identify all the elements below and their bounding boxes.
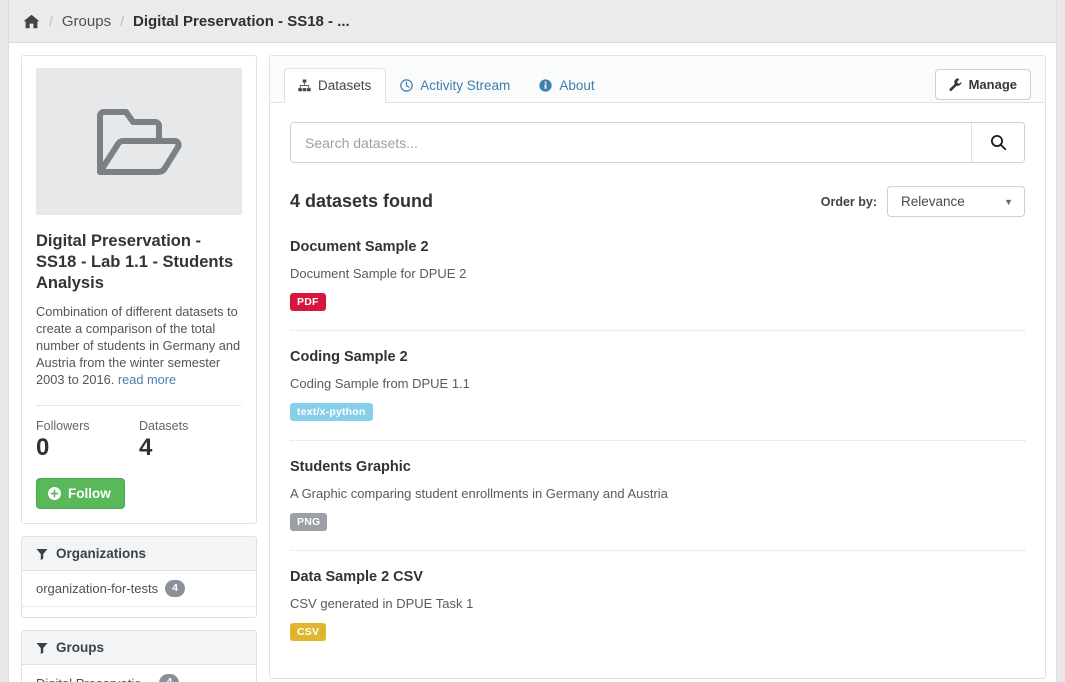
dataset-formats: PDF <box>290 293 1025 311</box>
group-description: Combination of different datasets to cre… <box>36 303 242 388</box>
order-by-selected: Relevance <box>901 194 965 209</box>
dataset-search-form <box>290 122 1025 163</box>
wrench-icon <box>949 78 962 91</box>
group-stats: Followers 0 Datasets 4 <box>36 406 242 461</box>
stat-datasets-label: Datasets <box>139 419 189 434</box>
facet-groups-list: Digital Preservatio... 4 <box>22 665 256 682</box>
follow-button[interactable]: Follow <box>36 478 125 510</box>
dataset-title[interactable]: Coding Sample 2 <box>290 349 1025 365</box>
list-item[interactable]: Digital Preservatio... 4 <box>22 665 256 682</box>
stat-followers-label: Followers <box>36 419 90 434</box>
table-row: Document Sample 2 Document Sample for DP… <box>290 239 1025 331</box>
results-count: 4 datasets found <box>290 191 434 211</box>
tab-activity-stream-label: Activity Stream <box>420 78 511 93</box>
tab-datasets[interactable]: Datasets <box>284 68 387 103</box>
facet-item-label[interactable]: organization-for-tests <box>36 581 158 596</box>
clock-icon <box>400 79 414 92</box>
plus-circle-icon <box>48 487 61 501</box>
dataset-list: Document Sample 2 Document Sample for DP… <box>290 239 1025 660</box>
list-item[interactable]: organization-for-tests 4 <box>22 571 256 608</box>
facet-item-count: 4 <box>159 674 180 682</box>
facet-groups-heading: Groups <box>22 631 256 666</box>
open-folder-icon <box>89 104 189 180</box>
primary-card: Datasets Activity Stream About Manage Se… <box>269 55 1046 679</box>
sitemap-icon <box>298 79 311 92</box>
table-row: Coding Sample 2 Coding Sample from DPUE … <box>290 349 1025 441</box>
page-container: / Groups / Digital Preservation - SS18 -… <box>8 0 1057 682</box>
breadcrumb-current: Digital Preservation - SS18 - ... <box>132 12 350 30</box>
facet-organizations-title: Organizations <box>56 546 147 562</box>
breadcrumb-separator-2: / <box>120 13 124 29</box>
dataset-title[interactable]: Students Graphic <box>290 459 1025 475</box>
filter-icon <box>36 642 48 654</box>
format-badge[interactable]: text/x-python <box>290 403 373 421</box>
facet-organizations-list: organization-for-tests 4 <box>22 571 256 608</box>
tab-about-label: About <box>559 78 595 93</box>
tab-datasets-label: Datasets <box>318 78 372 93</box>
stat-datasets: Datasets 4 <box>139 419 242 461</box>
search-icon <box>990 134 1007 151</box>
dataset-title[interactable]: Data Sample 2 CSV <box>290 569 1025 585</box>
page-title: Digital Preservation - SS18 - Lab 1.1 - … <box>36 232 234 293</box>
content-area: Datasets Activity Stream About Manage Se… <box>269 55 1046 682</box>
sidebar: Digital Preservation - SS18 - Lab 1.1 - … <box>21 55 257 682</box>
format-badge[interactable]: PDF <box>290 293 326 311</box>
dataset-formats: CSV <box>290 623 1025 641</box>
facet-groups-title: Groups <box>56 640 105 656</box>
stat-followers-value: 0 <box>36 434 50 462</box>
breadcrumb-bar: / Groups / Digital Preservation - SS18 -… <box>9 0 1056 43</box>
table-row: Data Sample 2 CSV CSV generated in DPUE … <box>290 569 1025 660</box>
stat-followers: Followers 0 <box>36 419 139 461</box>
dataset-notes: A Graphic comparing student enrollments … <box>290 486 668 501</box>
format-badge[interactable]: CSV <box>290 623 327 641</box>
search-input[interactable] <box>291 123 971 162</box>
breadcrumb-link-groups[interactable]: Groups <box>62 13 111 30</box>
dataset-notes: Document Sample for DPUE 2 <box>290 266 467 281</box>
dataset-title[interactable]: Document Sample 2 <box>290 239 1025 255</box>
search-button[interactable] <box>971 123 1024 162</box>
dataset-formats: text/x-python <box>290 403 1025 421</box>
tab-about[interactable]: About <box>525 68 609 103</box>
breadcrumb: / Groups / Digital Preservation - SS18 -… <box>23 13 350 30</box>
dataset-notes: Coding Sample from DPUE 1.1 <box>290 376 470 391</box>
tabs: Datasets Activity Stream About <box>284 68 610 103</box>
results-header: 4 datasets found Order by: Relevance ▼ <box>290 186 1025 217</box>
facet-organizations: Organizations organization-for-tests 4 <box>21 536 257 619</box>
tab-bar: Datasets Activity Stream About Manage <box>270 56 1045 103</box>
read-more-link[interactable]: read more <box>118 372 176 387</box>
facet-organizations-heading: Organizations <box>22 537 256 572</box>
dataset-formats: PNG <box>290 513 1025 531</box>
stat-datasets-value: 4 <box>139 434 153 462</box>
follow-button-label: Follow <box>68 486 111 502</box>
card-body: 4 datasets found Order by: Relevance ▼ D… <box>270 103 1045 660</box>
chevron-down-icon: ▼ <box>1004 196 1013 207</box>
main-layout: Digital Preservation - SS18 - Lab 1.1 - … <box>9 43 1056 682</box>
order-by-control: Order by: Relevance ▼ <box>821 186 1025 217</box>
tab-activity-stream[interactable]: Activity Stream <box>386 68 525 103</box>
facet-item-count: 4 <box>165 580 185 598</box>
facet-groups: Groups Digital Preservatio... 4 <box>21 630 257 682</box>
format-badge[interactable]: PNG <box>290 513 328 531</box>
order-by-select[interactable]: Relevance ▼ <box>887 186 1025 217</box>
manage-button[interactable]: Manage <box>934 69 1031 100</box>
home-icon[interactable] <box>23 14 40 29</box>
dataset-notes: CSV generated in DPUE Task 1 <box>290 596 474 611</box>
filter-icon <box>36 548 48 560</box>
table-row: Students Graphic A Graphic comparing stu… <box>290 459 1025 551</box>
order-by-label: Order by: <box>820 194 877 209</box>
manage-button-label: Manage <box>968 77 1017 92</box>
facet-item-label[interactable]: Digital Preservatio... <box>36 676 152 682</box>
facet-spacer <box>22 607 256 617</box>
group-image-placeholder <box>36 68 242 215</box>
breadcrumb-separator: / <box>49 13 53 29</box>
info-circle-icon <box>539 79 552 92</box>
group-info-module: Digital Preservation - SS18 - Lab 1.1 - … <box>21 55 257 525</box>
